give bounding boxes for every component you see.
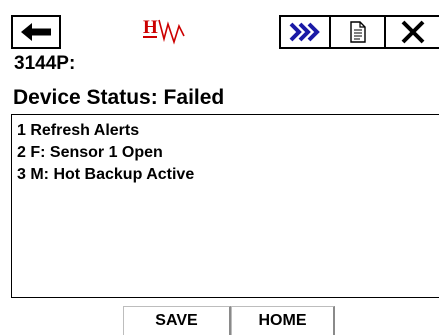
bottom-bar: SAVE HOME [0, 300, 439, 335]
close-x-icon [401, 20, 424, 44]
double-chevron-right-icon [289, 22, 320, 42]
hw-logo: H [143, 17, 185, 45]
document-button[interactable] [330, 15, 385, 49]
close-button[interactable] [385, 15, 439, 49]
home-button[interactable]: HOME [231, 306, 335, 335]
back-button[interactable] [11, 15, 61, 49]
save-button[interactable]: SAVE [123, 306, 231, 335]
device-tag: 3144P: [14, 53, 76, 74]
device-status-title: Device Status: Failed [13, 86, 225, 109]
list-item[interactable]: 3 M: Hot Backup Active [17, 165, 194, 185]
alerts-list: 1 Refresh Alerts 2 F: Sensor 1 Open 3 M:… [11, 114, 439, 298]
left-arrow-icon [21, 23, 51, 41]
list-item[interactable]: 2 F: Sensor 1 Open [17, 143, 163, 163]
next-button[interactable] [279, 15, 330, 49]
device-status-screen: H 3144P: Device Status: Failed 1 Refresh… [0, 0, 439, 335]
list-item[interactable]: 1 Refresh Alerts [17, 121, 139, 141]
logo-letter: H [143, 17, 158, 38]
document-icon [349, 21, 366, 43]
